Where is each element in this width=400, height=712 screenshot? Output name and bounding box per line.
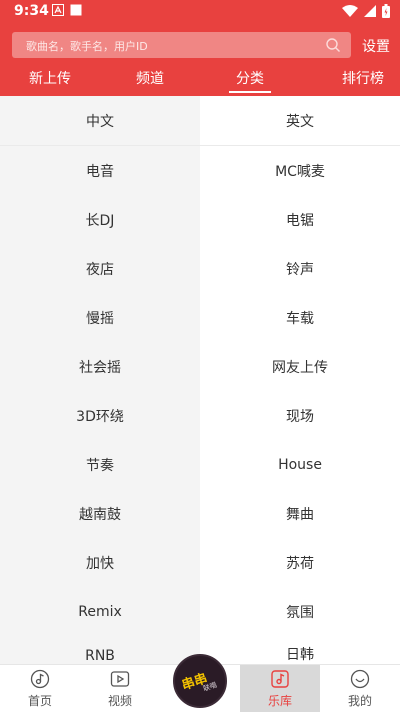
nav-mine[interactable]: 我的 — [320, 665, 400, 712]
search-bar[interactable]: 歌曲名，歌手名，用户ID — [12, 32, 351, 58]
category-item[interactable]: 网友上传 — [200, 342, 400, 391]
category-item[interactable]: 车载 — [200, 293, 400, 342]
smile-face-icon — [350, 669, 370, 689]
search-icon[interactable] — [325, 37, 341, 53]
category-item[interactable]: RNB — [0, 636, 200, 664]
category-item[interactable]: 舞曲 — [200, 489, 400, 538]
status-bar: 9:34 — [0, 0, 400, 24]
status-indicators — [342, 3, 390, 19]
tab-channel[interactable]: 频道 — [110, 68, 190, 88]
category-item[interactable]: 电音 — [0, 146, 200, 195]
signal-icon — [364, 5, 376, 17]
tab-category[interactable]: 分类 — [210, 68, 290, 88]
category-item[interactable]: 夜店 — [0, 244, 200, 293]
settings-button[interactable]: 设置 — [362, 36, 390, 56]
tab-new-upload[interactable]: 新上传 — [10, 68, 90, 88]
category-item[interactable]: MC喊麦 — [200, 146, 400, 195]
video-play-icon — [110, 671, 130, 687]
category-item[interactable]: 电锯 — [200, 195, 400, 244]
notification-a-icon — [52, 4, 64, 16]
nav-video[interactable]: 视频 — [80, 665, 160, 712]
nav-library-label: 乐库 — [267, 694, 292, 708]
nav-library[interactable]: 乐库 — [240, 665, 320, 712]
search-placeholder[interactable]: 歌曲名，歌手名，用户ID — [26, 38, 148, 54]
category-item[interactable]: 长DJ — [0, 195, 200, 244]
category-item[interactable]: 社会摇 — [0, 342, 200, 391]
category-item[interactable]: 苏荷 — [200, 538, 400, 587]
active-tab-indicator — [229, 91, 271, 93]
category-item[interactable]: Remix — [0, 587, 200, 636]
category-item[interactable]: 铃声 — [200, 244, 400, 293]
wifi-icon — [342, 5, 358, 17]
nav-video-label: 视频 — [107, 694, 132, 708]
library-icon — [271, 670, 289, 688]
app-header: 9:34 歌曲名，歌手名，用户ID 设置 新上传 频道 分类 排行榜 — [0, 0, 400, 96]
notification-box-icon — [70, 4, 82, 16]
category-item[interactable]: 日韩 — [200, 636, 400, 664]
nav-home-label: 首页 — [27, 694, 52, 708]
battery-icon — [382, 4, 390, 18]
category-item[interactable]: 加快 — [0, 538, 200, 587]
category-item[interactable]: 慢摇 — [0, 293, 200, 342]
category-item[interactable]: 节奏 — [0, 440, 200, 489]
tab-ranking[interactable]: 排行榜 — [323, 68, 400, 88]
nav-home[interactable]: 首页 — [0, 665, 80, 712]
nav-mine-label: 我的 — [347, 694, 372, 708]
status-time: 9:34 — [14, 3, 49, 19]
category-item[interactable]: House — [200, 440, 400, 489]
category-item[interactable]: 中文 — [0, 96, 200, 145]
category-item[interactable]: 3D环绕 — [0, 391, 200, 440]
category-item[interactable]: 现场 — [200, 391, 400, 440]
music-note-icon — [30, 669, 50, 689]
category-tabs: 新上传 频道 分类 排行榜 — [0, 64, 400, 96]
category-item[interactable]: 英文 — [200, 96, 400, 145]
center-disc-button[interactable]: 串串 联唱 — [173, 654, 227, 708]
category-item[interactable]: 氛围 — [200, 587, 400, 636]
category-item[interactable]: 越南鼓 — [0, 489, 200, 538]
